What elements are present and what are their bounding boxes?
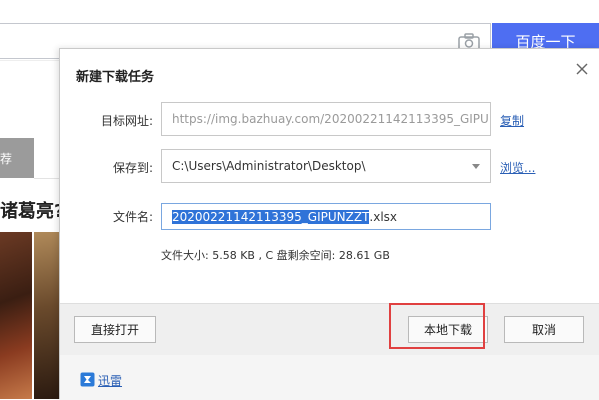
url-field[interactable]: https://img.bazhuay.com/2020022114211339… <box>161 102 491 136</box>
filename-extension: .xlsx <box>369 209 398 224</box>
tab-recommend[interactable]: 荐 <box>0 138 34 178</box>
dialog-title: 新建下载任务 <box>76 70 155 85</box>
filename-input[interactable]: 20200221142113395_GIPUNZZT .xlsx <box>161 203 491 230</box>
save-label: 保存到: <box>112 161 153 175</box>
article-image[interactable] <box>34 232 59 399</box>
xunlei-icon[interactable] <box>80 372 95 387</box>
filename-label: 文件名: <box>112 210 153 224</box>
divider <box>0 60 59 61</box>
article-headline[interactable]: 诸葛亮? <box>0 197 64 223</box>
xunlei-link[interactable]: 迅雷 <box>98 372 122 389</box>
file-info: 文件大小: 5.58 KB , C 盘剩余空间: 28.61 GB <box>161 249 390 262</box>
chevron-down-icon[interactable] <box>472 164 480 169</box>
dialog-bottom-bar: 迅雷 <box>60 355 599 400</box>
dialog-footer: 直接打开 本地下载 取消 <box>60 303 599 355</box>
open-directly-button[interactable]: 直接打开 <box>74 316 156 343</box>
article-image[interactable] <box>0 232 32 399</box>
url-value: https://img.bazhuay.com/2020022114211339… <box>172 112 491 126</box>
tab-strip <box>34 138 59 179</box>
url-label: 目标网址: <box>100 114 153 128</box>
local-download-button[interactable]: 本地下载 <box>408 316 488 343</box>
close-icon[interactable] <box>575 62 589 76</box>
filename-selected-text: 20200221142113395_GIPUNZZT <box>172 209 370 224</box>
save-path-value: C:\Users\Administrator\Desktop\ <box>172 159 366 173</box>
copy-link[interactable]: 复制 <box>500 112 524 129</box>
cancel-button[interactable]: 取消 <box>504 316 584 343</box>
save-path-select[interactable]: C:\Users\Administrator\Desktop\ <box>161 149 491 183</box>
browse-link[interactable]: 浏览... <box>500 159 535 176</box>
new-download-dialog: 新建下载任务 目标网址: https://img.bazhuay.com/202… <box>59 48 599 400</box>
